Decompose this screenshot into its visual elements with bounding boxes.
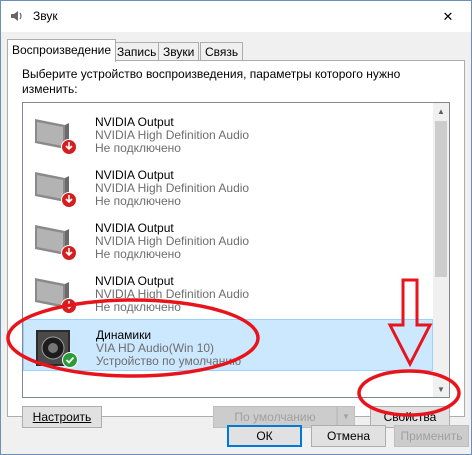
list-item-selected[interactable]: Динамики VIA HD Audio(Win 10) Устройство… <box>23 319 433 371</box>
speaker-default-icon <box>36 330 78 368</box>
tab-sounds[interactable]: Звуки <box>158 42 200 61</box>
configure-button[interactable]: Настроить <box>22 406 102 428</box>
window-title: Звук <box>33 9 58 23</box>
properties-label: Свойства <box>383 410 437 424</box>
scroll-down-icon[interactable]: ▼ <box>433 381 449 397</box>
list-item[interactable]: NVIDIA Output NVIDIA High Definition Aud… <box>23 213 433 265</box>
device-status: Не подключено <box>95 141 181 155</box>
speaker-app-icon <box>11 11 22 21</box>
tab-panel: Выберите устройство воспроизведения, пар… <box>7 60 465 428</box>
close-icon: ✕ <box>442 8 454 24</box>
list-item[interactable]: NVIDIA Output NVIDIA High Definition Aud… <box>23 107 433 159</box>
monitor-disconnected-icon <box>35 278 77 314</box>
scroll-up-icon[interactable]: ▲ <box>433 103 449 119</box>
instruction-text: Выберите устройство воспроизведения, пар… <box>22 67 401 96</box>
monitor-disconnected-icon <box>35 172 77 208</box>
list-item[interactable]: NVIDIA Output NVIDIA High Definition Aud… <box>23 266 433 318</box>
scroll-thumb[interactable] <box>435 121 447 277</box>
sound-dialog: Звук ✕ Воспроизведение Запись Звуки Связ… <box>0 0 472 455</box>
device-status: Не подключено <box>95 247 181 261</box>
monitor-disconnected-icon <box>35 225 77 261</box>
dialog-body: Воспроизведение Запись Звуки Связь Выбер… <box>1 32 471 454</box>
tab-playback[interactable]: Воспроизведение <box>7 39 117 62</box>
tab-communications[interactable]: Связь <box>200 42 244 61</box>
title-bar[interactable]: Звук ✕ <box>1 1 471 32</box>
vertical-scrollbar[interactable]: ▲ ▼ <box>433 103 449 397</box>
apply-button[interactable]: Применить <box>394 425 469 447</box>
device-status: Устройство по умолчанию <box>96 354 242 368</box>
cancel-button[interactable]: Отмена <box>311 425 386 447</box>
close-button[interactable]: ✕ <box>425 1 471 32</box>
monitor-disconnected-icon <box>35 119 77 155</box>
device-status: Не подключено <box>95 300 181 314</box>
ok-button[interactable]: ОК <box>227 425 302 447</box>
tab-recording[interactable]: Запись <box>112 42 162 61</box>
list-item[interactable]: NVIDIA Output NVIDIA High Definition Aud… <box>23 160 433 212</box>
device-status: Не подключено <box>95 194 181 208</box>
device-list[interactable]: NVIDIA Output NVIDIA High Definition Aud… <box>22 102 450 398</box>
configure-label: Настроить <box>32 410 92 424</box>
